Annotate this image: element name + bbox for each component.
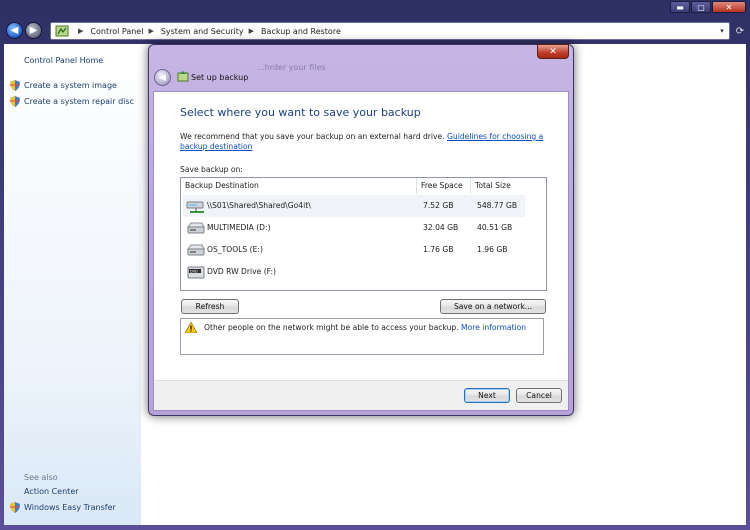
forward-button[interactable]: ▶ — [25, 22, 42, 39]
destination-name: OS_TOOLS (E:) — [207, 245, 263, 254]
breadcrumb-separator-icon: ▶ — [78, 27, 84, 35]
column-total-size[interactable]: Total Size — [475, 178, 511, 194]
control-panel-icon — [55, 25, 69, 37]
recommendation-text: We recommend that you save your backup o… — [180, 132, 550, 152]
maximize-button[interactable]: ▢ — [691, 1, 711, 13]
destination-table: Backup Destination Free Space Total Size… — [180, 177, 547, 291]
arrow-left-icon: ◀ — [159, 72, 166, 83]
sidebar-control-panel-home[interactable]: Control Panel Home — [24, 56, 103, 65]
dialog-heading: Select where you want to save your backu… — [180, 106, 421, 119]
column-free-space[interactable]: Free Space — [421, 178, 463, 194]
sidebar-item-label: Create a system repair disc — [24, 97, 134, 106]
table-row[interactable]: OS_TOOLS (E:) 1.76 GB 1.96 GB — [183, 239, 525, 261]
breadcrumb: ▶ Control Panel ▶ System and Security ▶ … — [73, 27, 341, 36]
hard-drive-icon — [186, 242, 206, 258]
navigation-bar: ◀ ▶ ▶ Control Panel ▶ System and Securit… — [0, 18, 750, 44]
column-divider — [416, 178, 417, 194]
shield-icon — [10, 80, 20, 91]
breadcrumb-system-and-security[interactable]: System and Security — [161, 27, 244, 36]
destination-name: \\S01\Shared\Shared\Go4it\ — [207, 201, 311, 210]
cancel-button[interactable]: Cancel — [516, 388, 562, 403]
dialog-ghost-text: ...hrder your files — [257, 63, 326, 72]
sidebar-item-create-system-image[interactable]: Create a system image — [10, 80, 117, 91]
table-row[interactable]: DVD DVD RW Drive (F:) — [183, 261, 525, 283]
refresh-address-icon[interactable]: ⟳ — [732, 22, 748, 40]
network-drive-icon — [186, 198, 206, 214]
backup-icon — [177, 71, 189, 82]
sidebar-item-action-center[interactable]: Action Center — [24, 487, 79, 496]
warning-text: Other people on the network might be abl… — [204, 323, 526, 332]
sidebar-item-label: Create a system image — [24, 81, 117, 90]
setup-backup-dialog: ✕ ...hrder your files ◀ Set up backup Se… — [148, 44, 574, 416]
dialog-title: Set up backup — [191, 73, 249, 82]
table-row[interactable]: MULTIMEDIA (D:) 32.04 GB 40.51 GB — [183, 217, 525, 239]
breadcrumb-separator-icon: ▶ — [148, 27, 154, 35]
total-size: 40.51 GB — [477, 223, 513, 232]
svg-text:DVD: DVD — [190, 269, 198, 273]
shield-icon — [10, 502, 20, 513]
hard-drive-icon — [186, 220, 206, 236]
more-information-link[interactable]: More information — [461, 323, 526, 332]
sidebar-item-windows-easy-transfer[interactable]: Windows Easy Transfer — [10, 502, 116, 513]
total-size: 548.77 GB — [477, 201, 518, 210]
address-bar[interactable]: ▶ Control Panel ▶ System and Security ▶ … — [50, 22, 730, 40]
recommendation-sentence: We recommend that you save your backup o… — [180, 132, 445, 141]
free-space: 32.04 GB — [423, 223, 459, 232]
refresh-button[interactable]: Refresh — [181, 299, 239, 314]
total-size: 1.96 GB — [477, 245, 508, 254]
window-controls: ▬ ▢ ✕ — [670, 1, 746, 13]
sidebar-item-label: Windows Easy Transfer — [24, 503, 116, 512]
dvd-drive-icon: DVD — [186, 264, 206, 280]
table-row[interactable]: \\S01\Shared\Shared\Go4it\ 7.52 GB 548.7… — [183, 195, 525, 217]
warning-icon — [184, 321, 198, 334]
breadcrumb-backup-and-restore[interactable]: Backup and Restore — [261, 27, 341, 36]
sidebar: Control Panel Home Create a system image… — [4, 44, 141, 525]
column-divider — [470, 178, 471, 194]
save-backup-on-label: Save backup on: — [180, 165, 243, 174]
column-backup-destination[interactable]: Backup Destination — [185, 178, 259, 194]
arrow-right-icon: ▶ — [29, 25, 38, 36]
breadcrumb-separator-icon: ▶ — [248, 27, 255, 35]
dialog-footer: Next Cancel — [154, 380, 568, 410]
network-warning-box: Other people on the network might be abl… — [180, 318, 544, 355]
destination-name: DVD RW Drive (F:) — [207, 267, 276, 276]
free-space: 7.52 GB — [423, 201, 454, 210]
shield-icon — [10, 96, 20, 107]
dialog-back-button[interactable]: ◀ — [154, 69, 171, 86]
see-also-heading: See also — [24, 473, 58, 482]
close-window-button[interactable]: ✕ — [712, 1, 746, 13]
dialog-body: Select where you want to save your backu… — [153, 91, 569, 411]
sidebar-item-create-repair-disc[interactable]: Create a system repair disc — [10, 96, 134, 107]
minimize-button[interactable]: ▬ — [670, 1, 690, 13]
destination-name: MULTIMEDIA (D:) — [207, 223, 271, 232]
arrow-left-icon: ◀ — [10, 25, 19, 36]
next-button[interactable]: Next — [464, 388, 510, 403]
dialog-close-button[interactable]: ✕ — [537, 44, 569, 59]
breadcrumb-control-panel[interactable]: Control Panel — [90, 27, 143, 36]
free-space: 1.76 GB — [423, 245, 454, 254]
save-on-network-button[interactable]: Save on a network... — [440, 299, 546, 314]
address-dropdown-icon[interactable]: ▾ — [715, 27, 729, 35]
warning-message: Other people on the network might be abl… — [204, 323, 459, 332]
back-button[interactable]: ◀ — [6, 22, 23, 39]
